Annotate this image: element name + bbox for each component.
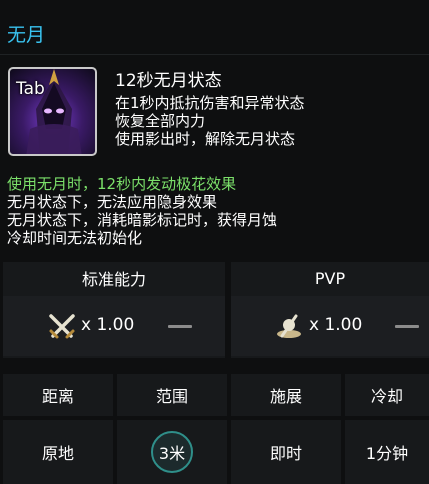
stat-header-cooldown: 冷却: [345, 374, 429, 416]
effect-line: 无月状态下，无法应用隐身效果: [7, 193, 218, 211]
stat-value-cooldown: 1分钟: [345, 420, 429, 484]
range-badge: 3米: [151, 431, 193, 473]
pvp-multiplier: x 1.00: [309, 315, 363, 335]
effect-line: 冷却时间无法初始化: [7, 229, 143, 247]
dash-icon: [395, 325, 419, 328]
stat-value-cast: 即时: [231, 420, 341, 484]
divider: [0, 54, 429, 55]
effect-highlight: 使用无月时，12秒内发动极花效果: [7, 175, 237, 193]
pvp-body: x 1.00: [231, 296, 429, 356]
effect-line: 无月状态下，消耗暗影标记时，获得月蚀: [7, 211, 278, 229]
skill-icon: Tab: [8, 67, 97, 156]
hotkey-label: Tab: [16, 79, 45, 99]
pvp-panel: PVP x 1.00: [231, 262, 429, 358]
stat-header-cast: 施展: [231, 374, 341, 416]
standard-multiplier: x 1.00: [81, 315, 135, 335]
pvp-header: PVP: [314, 268, 346, 288]
skill-desc-line: 恢复全部内力: [115, 112, 206, 130]
skill-desc-line: 在1秒内抵抗伤害和异常状态: [115, 94, 305, 112]
skill-info: 12秒无月状态 在1秒内抵抗伤害和异常状态 恢复全部内力 使用影出时，解除无月状…: [115, 70, 305, 148]
skill-title: 无月: [7, 24, 46, 46]
standard-header: 标准能力: [81, 270, 146, 289]
stat-header-range: 范围: [117, 374, 227, 416]
dash-icon: [168, 325, 192, 328]
skill-name: 12秒无月状态: [115, 71, 222, 91]
crossed-swords-icon: [49, 314, 75, 339]
stat-header-distance: 距离: [3, 374, 113, 416]
standard-panel: 标准能力 x 1.00: [3, 262, 225, 358]
helmet-sword-icon: [277, 314, 301, 338]
standard-body: x 1.00: [3, 296, 225, 356]
skill-desc-line: 使用影出时，解除无月状态: [115, 130, 296, 148]
effects-list: 使用无月时，12秒内发动极花效果 无月状态下，无法应用隐身效果 无月状态下，消耗…: [7, 175, 277, 247]
stat-value-distance: 原地: [3, 420, 113, 484]
stat-value-range: 3米: [117, 420, 227, 484]
